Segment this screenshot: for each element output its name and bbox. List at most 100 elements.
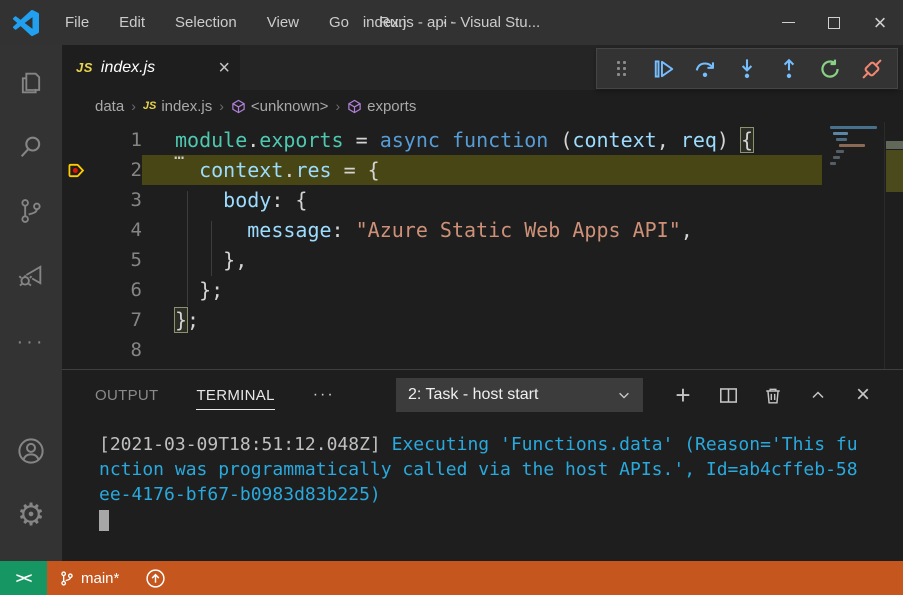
terminal-content[interactable]: [2021-03-09T18:51:12.048Z] Executing 'Fu… bbox=[62, 420, 903, 561]
close-panel-icon[interactable]: × bbox=[845, 378, 881, 412]
minimize-icon[interactable] bbox=[765, 0, 811, 45]
code-line[interactable]: 3 body: { bbox=[62, 185, 903, 215]
panel-actions: + bbox=[665, 378, 881, 412]
breakpoint-gutter[interactable] bbox=[62, 155, 92, 185]
breadcrumb-item-file[interactable]: JS index.js bbox=[143, 98, 212, 115]
breakpoint-gutter[interactable] bbox=[62, 335, 92, 365]
git-branch-status[interactable]: main* bbox=[59, 570, 119, 587]
remote-indicator[interactable]: >< bbox=[0, 561, 47, 595]
terminal-picker-dropdown[interactable]: 2: Task - host start bbox=[396, 378, 643, 412]
line-number[interactable]: 7 bbox=[92, 305, 142, 335]
code-text: context.res = { bbox=[142, 155, 822, 185]
menu-file[interactable]: File bbox=[53, 10, 101, 35]
code-line[interactable]: 2 context.res = { bbox=[62, 155, 903, 185]
debug-breakpoint-hit-icon bbox=[67, 161, 88, 180]
tab-index-js[interactable]: JS index.js × bbox=[62, 45, 240, 90]
git-branch-icon bbox=[59, 570, 75, 587]
breadcrumb-separator-icon: › bbox=[219, 98, 224, 114]
activity-bar: ··· ⚙ bbox=[0, 45, 62, 561]
line-number[interactable]: 1 bbox=[92, 125, 142, 155]
namespace-symbol-icon bbox=[231, 99, 246, 114]
breadcrumb-separator-icon: › bbox=[131, 98, 136, 114]
tab-close-icon[interactable]: × bbox=[218, 58, 230, 78]
debug-step-out-icon[interactable] bbox=[772, 52, 806, 86]
panel-more-icon[interactable]: ··· bbox=[313, 386, 335, 404]
code-line[interactable]: 7}; bbox=[62, 305, 903, 335]
breakpoint-gutter[interactable] bbox=[62, 305, 92, 335]
bottom-panel: OUTPUT TERMINAL ··· 2: Task - host start… bbox=[62, 369, 903, 561]
maximize-panel-chevron-icon[interactable] bbox=[800, 378, 836, 412]
debug-restart-icon[interactable] bbox=[813, 52, 847, 86]
code-line[interactable]: 1module.exports = async function (contex… bbox=[62, 125, 903, 155]
line-number[interactable]: 8 bbox=[92, 335, 142, 365]
breadcrumb-item-unknown[interactable]: <unknown> bbox=[231, 98, 329, 115]
code-line[interactable]: 4 message: "Azure Static Web Apps API", bbox=[62, 215, 903, 245]
vscode-window: File Edit Selection View Go Run ··· inde… bbox=[0, 0, 903, 595]
menu-bar: File Edit Selection View Go Run ··· bbox=[53, 10, 467, 35]
publish-changes-icon[interactable] bbox=[145, 568, 166, 589]
title-bar: File Edit Selection View Go Run ··· inde… bbox=[0, 0, 903, 45]
line-number[interactable]: 2 bbox=[92, 155, 142, 185]
overview-ruler[interactable] bbox=[884, 122, 903, 369]
vscode-logo-icon bbox=[13, 10, 39, 36]
code-editor[interactable]: 1module.exports = async function (contex… bbox=[62, 122, 903, 369]
search-icon[interactable] bbox=[7, 121, 55, 173]
minimap[interactable] bbox=[827, 122, 884, 217]
menu-run[interactable]: Run bbox=[367, 10, 419, 35]
debug-toolbar bbox=[596, 48, 898, 89]
menu-overflow-icon[interactable]: ··· bbox=[425, 14, 467, 32]
terminal-line: nction was programmatically called via t… bbox=[99, 457, 893, 482]
run-and-debug-icon[interactable] bbox=[7, 249, 55, 301]
tab-terminal[interactable]: TERMINAL bbox=[196, 381, 274, 410]
breadcrumb-item-data[interactable]: data bbox=[95, 98, 124, 115]
code-text: }; bbox=[142, 275, 822, 305]
breakpoint-gutter[interactable] bbox=[62, 245, 92, 275]
debug-disconnect-icon[interactable] bbox=[855, 52, 889, 86]
source-control-icon[interactable] bbox=[7, 185, 55, 237]
line-number[interactable]: 6 bbox=[92, 275, 142, 305]
namespace-symbol-icon bbox=[347, 99, 362, 114]
maximize-icon[interactable] bbox=[811, 0, 857, 45]
code-text bbox=[142, 335, 822, 365]
toolbar-drag-handle-icon[interactable] bbox=[605, 52, 639, 86]
line-number[interactable]: 4 bbox=[92, 215, 142, 245]
new-terminal-icon[interactable]: + bbox=[665, 378, 701, 412]
breadcrumb-item-exports[interactable]: exports bbox=[347, 98, 416, 115]
kill-terminal-trash-icon[interactable] bbox=[755, 378, 791, 412]
settings-gear-icon[interactable]: ⚙ bbox=[7, 489, 55, 541]
explorer-icon[interactable] bbox=[7, 57, 55, 109]
code-line[interactable]: 8 bbox=[62, 335, 903, 365]
split-terminal-icon[interactable] bbox=[710, 378, 746, 412]
code-line[interactable]: 6 }; bbox=[62, 275, 903, 305]
window-controls: × bbox=[765, 0, 903, 45]
breakpoint-gutter[interactable] bbox=[62, 125, 92, 155]
more-views-icon[interactable]: ··· bbox=[17, 327, 46, 357]
js-file-icon: JS bbox=[76, 60, 93, 75]
accounts-icon[interactable] bbox=[7, 425, 55, 477]
debug-step-into-icon[interactable] bbox=[730, 52, 764, 86]
line-number[interactable]: 3 bbox=[92, 185, 142, 215]
hint-ellipsis-decoration: … bbox=[174, 144, 185, 164]
code-line[interactable]: 5 }, bbox=[62, 245, 903, 275]
code-text: body: { bbox=[142, 185, 822, 215]
menu-view[interactable]: View bbox=[255, 10, 311, 35]
code-text: }; bbox=[142, 305, 822, 335]
close-window-icon[interactable]: × bbox=[857, 0, 903, 45]
menu-selection[interactable]: Selection bbox=[163, 10, 249, 35]
chevron-down-icon bbox=[617, 388, 631, 402]
breakpoint-gutter[interactable] bbox=[62, 275, 92, 305]
menu-go[interactable]: Go bbox=[317, 10, 361, 35]
terminal-line: [2021-03-09T18:51:12.048Z] Executing 'Fu… bbox=[99, 432, 893, 457]
panel-header: OUTPUT TERMINAL ··· 2: Task - host start… bbox=[62, 370, 903, 420]
breakpoint-gutter[interactable] bbox=[62, 215, 92, 245]
code-text: message: "Azure Static Web Apps API", bbox=[142, 215, 822, 245]
debug-step-over-icon[interactable] bbox=[688, 52, 722, 86]
debug-continue-icon[interactable] bbox=[647, 52, 681, 86]
breakpoint-gutter[interactable] bbox=[62, 185, 92, 215]
tab-output[interactable]: OUTPUT bbox=[95, 381, 158, 409]
line-number[interactable]: 5 bbox=[92, 245, 142, 275]
code-text: }, bbox=[142, 245, 822, 275]
menu-edit[interactable]: Edit bbox=[107, 10, 157, 35]
code-text: module.exports = async function (context… bbox=[142, 125, 822, 155]
tab-label: index.js bbox=[101, 59, 210, 77]
